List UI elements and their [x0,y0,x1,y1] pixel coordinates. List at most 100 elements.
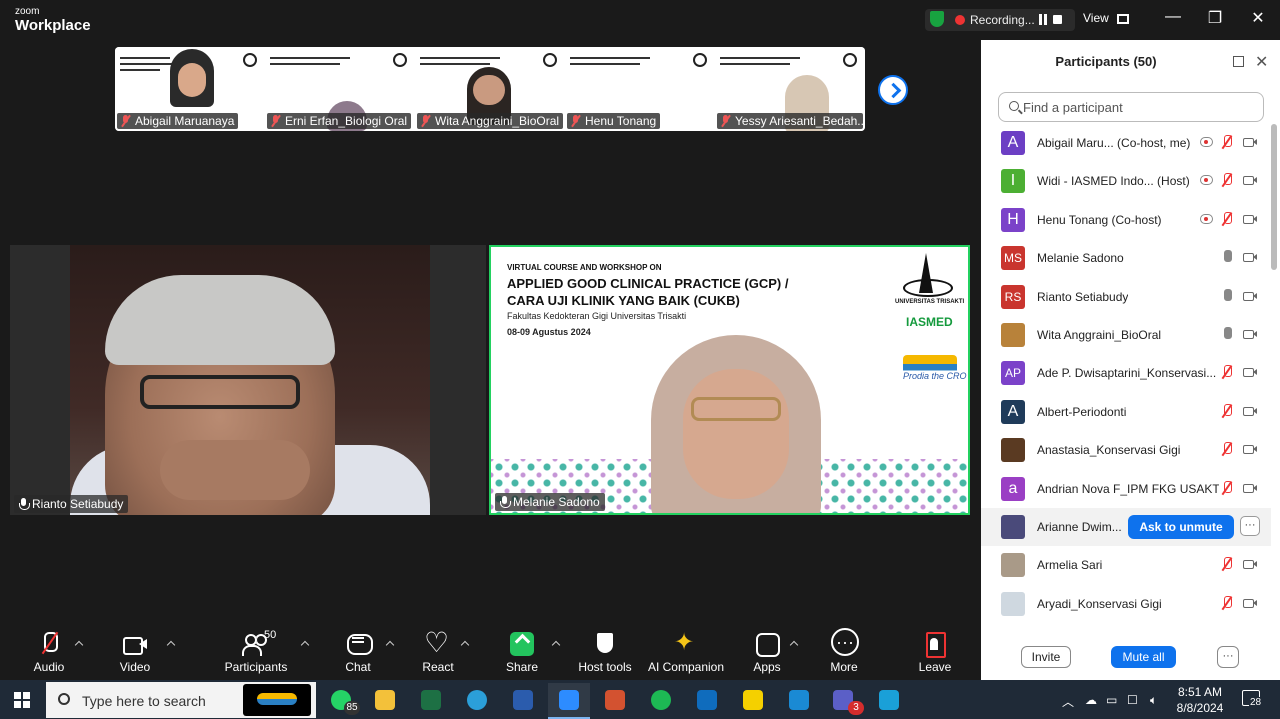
video-options-caret-icon[interactable] [166,639,176,649]
video-tile[interactable]: Henu Tonang [565,47,715,131]
participant-search[interactable] [998,92,1264,122]
video-camera-icon[interactable] [1243,291,1257,301]
participant-more-button[interactable]: ··· [1240,516,1260,536]
mute-all-button[interactable]: Mute all [1111,646,1176,668]
chat-button[interactable]: Chat [323,632,393,674]
video-camera-icon[interactable] [1243,598,1257,608]
video-tile[interactable]: Yessy Ariesanti_Bedah... [715,47,865,131]
muted-mic-icon[interactable] [1223,135,1232,149]
pause-recording-icon[interactable] [1039,14,1047,25]
video-camera-icon[interactable] [1243,560,1257,570]
participant-row[interactable]: A Albert-Periodonti [981,393,1271,431]
participant-row[interactable]: H Henu Tonang (Co-host) [981,201,1271,239]
muted-mic-icon[interactable] [1223,173,1232,187]
muted-mic-icon[interactable] [1223,557,1232,571]
windows-start-icon[interactable] [14,692,30,708]
more-options-button[interactable]: ··· [1217,646,1239,668]
participant-row[interactable]: MS Melanie Sadono [981,239,1271,277]
participants-options-caret-icon[interactable] [300,639,310,649]
teams-taskbar-icon[interactable]: 3 [822,683,864,719]
video-camera-icon[interactable] [1243,483,1257,493]
video-camera-icon[interactable] [1243,176,1257,186]
close-window-button[interactable]: ✕ [1243,8,1273,28]
participant-row[interactable]: AP Ade P. Dwisaptarini_Konservasi... [981,354,1271,392]
participant-row[interactable]: Arianne Dwim... Ask to unmute ··· [981,508,1271,546]
webex-taskbar-icon[interactable] [868,683,910,719]
active-speaker-tile[interactable]: VIRTUAL COURSE AND WORKSHOP ON APPLIED G… [489,245,970,515]
video-camera-icon[interactable] [1243,368,1257,378]
powerpoint-taskbar-icon[interactable] [594,683,636,719]
mic-icon[interactable] [1223,288,1232,303]
ask-to-unmute-button[interactable]: Ask to unmute [1128,515,1234,539]
video-camera-icon[interactable] [1243,138,1257,147]
share-options-caret-icon[interactable] [551,639,561,649]
host-tools-button[interactable]: Host tools [570,632,640,674]
volume-icon[interactable]: 🔈︎ [1150,693,1157,708]
taskbar-clock[interactable]: 8:51 AM 8/8/2024 [1170,684,1230,716]
participant-row[interactable]: Anastasia_Konservasi Gigi [981,431,1271,469]
video-tile[interactable]: Erni Erfan_Biologi Oral [265,47,415,131]
stop-recording-icon[interactable] [1053,15,1062,24]
minimize-button[interactable]: — [1158,8,1188,26]
chat-options-caret-icon[interactable] [385,639,395,649]
network-icon[interactable]: ☐ [1127,693,1138,707]
invite-button[interactable]: Invite [1021,646,1071,668]
mic-icon[interactable] [1223,327,1232,341]
video-camera-icon[interactable] [1243,253,1257,263]
muted-mic-icon[interactable] [1223,403,1232,418]
video-button[interactable]: Video [100,632,170,674]
onedrive-cloud-icon[interactable]: ☁ [1085,693,1097,707]
more-button[interactable]: More [809,628,879,674]
video-camera-icon[interactable] [1243,445,1257,455]
show-hidden-icons-icon[interactable]: ︿ [1062,693,1074,710]
encryption-shield-icon[interactable] [930,11,944,27]
taskbar-search[interactable]: Type here to search [46,682,316,718]
whatsapp-taskbar-icon[interactable]: 85 [320,683,362,719]
video-camera-icon[interactable] [1243,406,1257,416]
video-tile[interactable]: Wita Anggraini_BioOral [415,47,565,131]
apps-options-caret-icon[interactable] [789,639,799,649]
next-page-arrow-icon[interactable] [878,75,908,105]
muted-mic-icon[interactable] [1223,595,1232,610]
spotify-taskbar-icon[interactable] [640,683,682,719]
file-explorer-taskbar-icon[interactable] [364,683,406,719]
video-camera-icon[interactable] [1243,214,1257,224]
muted-mic-icon[interactable] [1223,480,1232,495]
outlook-new-taskbar-icon[interactable] [778,683,820,719]
excel-taskbar-icon[interactable] [410,683,452,719]
battery-icon[interactable]: ▭ [1106,693,1117,707]
video-camera-icon[interactable] [1243,330,1257,339]
muted-mic-icon[interactable] [1223,442,1232,456]
participant-row[interactable]: Wita Anggraini_BioOral [981,316,1271,354]
participant-row[interactable]: Armelia Sari [981,546,1271,584]
outlook-taskbar-icon[interactable] [686,683,728,719]
participant-row[interactable]: Aryadi_Konservasi Gigi [981,585,1271,623]
participants-button[interactable]: 50 Participants [221,629,291,674]
word-taskbar-icon[interactable] [502,683,544,719]
view-button[interactable]: View [1083,11,1130,25]
popout-icon[interactable] [1233,56,1244,67]
participant-search-input[interactable] [1023,98,1253,116]
maximize-button[interactable]: ❐ [1200,8,1230,28]
muted-mic-icon[interactable] [1223,365,1232,379]
main-video-tile-left[interactable]: Rianto Setiabudy [10,245,486,515]
recording-indicator[interactable]: Recording... [925,9,1075,31]
ai-companion-button[interactable]: AI Companion [646,628,726,674]
panel-scrollbar[interactable] [1271,124,1277,270]
search-highlight-image[interactable] [243,684,311,716]
edge-taskbar-icon[interactable] [456,683,498,719]
participant-row[interactable]: RS Rianto Setiabudy [981,278,1271,316]
sticky-notes-taskbar-icon[interactable] [732,683,774,719]
share-button[interactable]: Share [487,632,557,674]
participant-row[interactable]: I Widi - IASMED Indo... (Host) [981,162,1271,200]
close-panel-icon[interactable]: ✕ [1255,52,1268,72]
video-tile[interactable]: Abigail Maruanaya [115,47,265,131]
muted-mic-icon[interactable] [1223,211,1232,226]
mic-icon[interactable] [1223,250,1232,264]
notification-center-icon[interactable]: 28 [1242,690,1263,708]
participant-row[interactable]: a Andrian Nova F_IPM FKG USAKTI [981,470,1271,508]
react-options-caret-icon[interactable] [460,639,470,649]
audio-options-caret-icon[interactable] [74,639,84,649]
zoom-taskbar-icon[interactable] [548,683,590,719]
leave-button[interactable]: Leave [900,632,970,674]
